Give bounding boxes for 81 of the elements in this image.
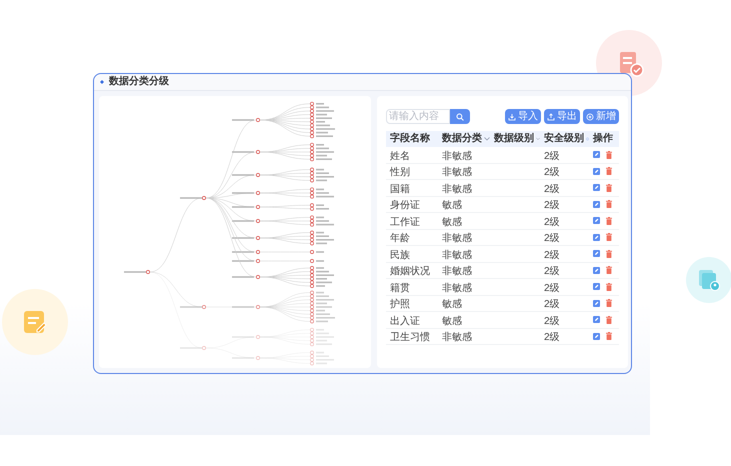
table-cell: 非敏感 (442, 233, 472, 244)
search-field[interactable]: 请输入内容 (386, 109, 450, 124)
edit-icon[interactable] (593, 217, 600, 224)
column-header[interactable]: 数据级别 (494, 134, 534, 144)
edit-icon[interactable] (593, 234, 600, 241)
table-cell: 性别 (390, 167, 410, 178)
table-cell: 敏感 (442, 316, 462, 327)
search-icon (456, 112, 464, 120)
trash-icon[interactable] (606, 250, 612, 258)
edit-icon[interactable] (593, 168, 600, 175)
table-cell: 2级 (544, 184, 560, 195)
upload-icon (547, 112, 555, 120)
import-button[interactable]: 导入 (505, 109, 541, 124)
table-cell: 出入证 (390, 316, 420, 327)
trash-icon[interactable] (606, 316, 612, 324)
edit-icon[interactable] (593, 151, 600, 158)
table-cell: 民族 (390, 250, 410, 261)
chevron-down-icon[interactable] (536, 137, 540, 141)
table-cell: 婚姻状况 (390, 266, 430, 278)
table-cell: 敏感 (442, 299, 462, 310)
plus-circle-icon (586, 112, 594, 120)
edit-icon[interactable] (593, 184, 600, 192)
table-cell: 敏感 (442, 216, 462, 228)
table-cell: 籍贯 (390, 282, 410, 294)
table-cell: 2级 (544, 332, 560, 344)
table-cell: 2级 (544, 282, 560, 294)
trash-icon[interactable] (606, 332, 612, 340)
add-button[interactable]: 新增 (583, 109, 619, 124)
search-button[interactable] (450, 109, 470, 124)
download-icon (508, 112, 516, 120)
window-title: 数据分类分级 (109, 77, 169, 87)
note-pencil-icon (22, 309, 48, 335)
column-header: 安全级别 (544, 134, 584, 144)
table-cell: 2级 (544, 233, 560, 244)
document-user-icon (698, 269, 720, 291)
trash-icon[interactable] (606, 282, 612, 291)
table-cell: 护照 (390, 299, 410, 310)
table-cell: 年龄 (390, 233, 410, 244)
table-cell: 身份证 (390, 200, 420, 212)
edit-icon[interactable] (593, 332, 600, 340)
edit-icon[interactable] (593, 250, 600, 258)
table-cell: 非敏感 (442, 266, 472, 278)
trash-icon[interactable] (606, 184, 612, 192)
table-cell: 卫生习惯 (390, 332, 430, 344)
table-cell: 非敏感 (442, 167, 472, 178)
trash-icon[interactable] (606, 200, 612, 208)
table-cell: 敏感 (442, 200, 462, 212)
column-header[interactable]: 数据分类 (442, 134, 482, 144)
table-cell: 非敏感 (442, 184, 472, 195)
table-cell: 2级 (544, 299, 560, 310)
table-cell: 2级 (544, 200, 560, 212)
diamond-icon (100, 80, 104, 84)
trash-icon[interactable] (606, 216, 612, 225)
trash-icon[interactable] (606, 299, 612, 308)
table-cell: 姓名 (390, 150, 410, 162)
table-cell: 2级 (544, 167, 560, 178)
column-header: 字段名称 (390, 134, 430, 144)
trash-icon[interactable] (606, 150, 612, 159)
table-cell: 非敏感 (442, 332, 472, 344)
edit-icon[interactable] (593, 200, 600, 208)
info-icon (586, 136, 589, 142)
column-header: 操作 (593, 134, 613, 144)
edit-icon[interactable] (593, 316, 600, 324)
edit-icon[interactable] (593, 283, 600, 290)
trash-icon[interactable] (606, 167, 612, 176)
table-cell: 2级 (544, 250, 560, 261)
table-cell: 2级 (544, 316, 560, 327)
edit-icon[interactable] (593, 300, 600, 307)
trash-icon[interactable] (606, 233, 612, 242)
table-cell: 国籍 (390, 184, 410, 195)
table-cell: 非敏感 (442, 282, 472, 294)
chevron-down-icon[interactable] (484, 137, 490, 141)
edit-icon[interactable] (593, 266, 600, 274)
export-button[interactable]: 导出 (544, 109, 580, 124)
table-cell: 非敏感 (442, 150, 472, 162)
table-cell: 非敏感 (442, 250, 472, 261)
table-cell: 2级 (544, 150, 560, 162)
table-cell: 工作证 (390, 216, 420, 228)
table-cell: 2级 (544, 266, 560, 278)
table-cell: 2级 (544, 216, 560, 228)
trash-icon[interactable] (606, 266, 612, 274)
